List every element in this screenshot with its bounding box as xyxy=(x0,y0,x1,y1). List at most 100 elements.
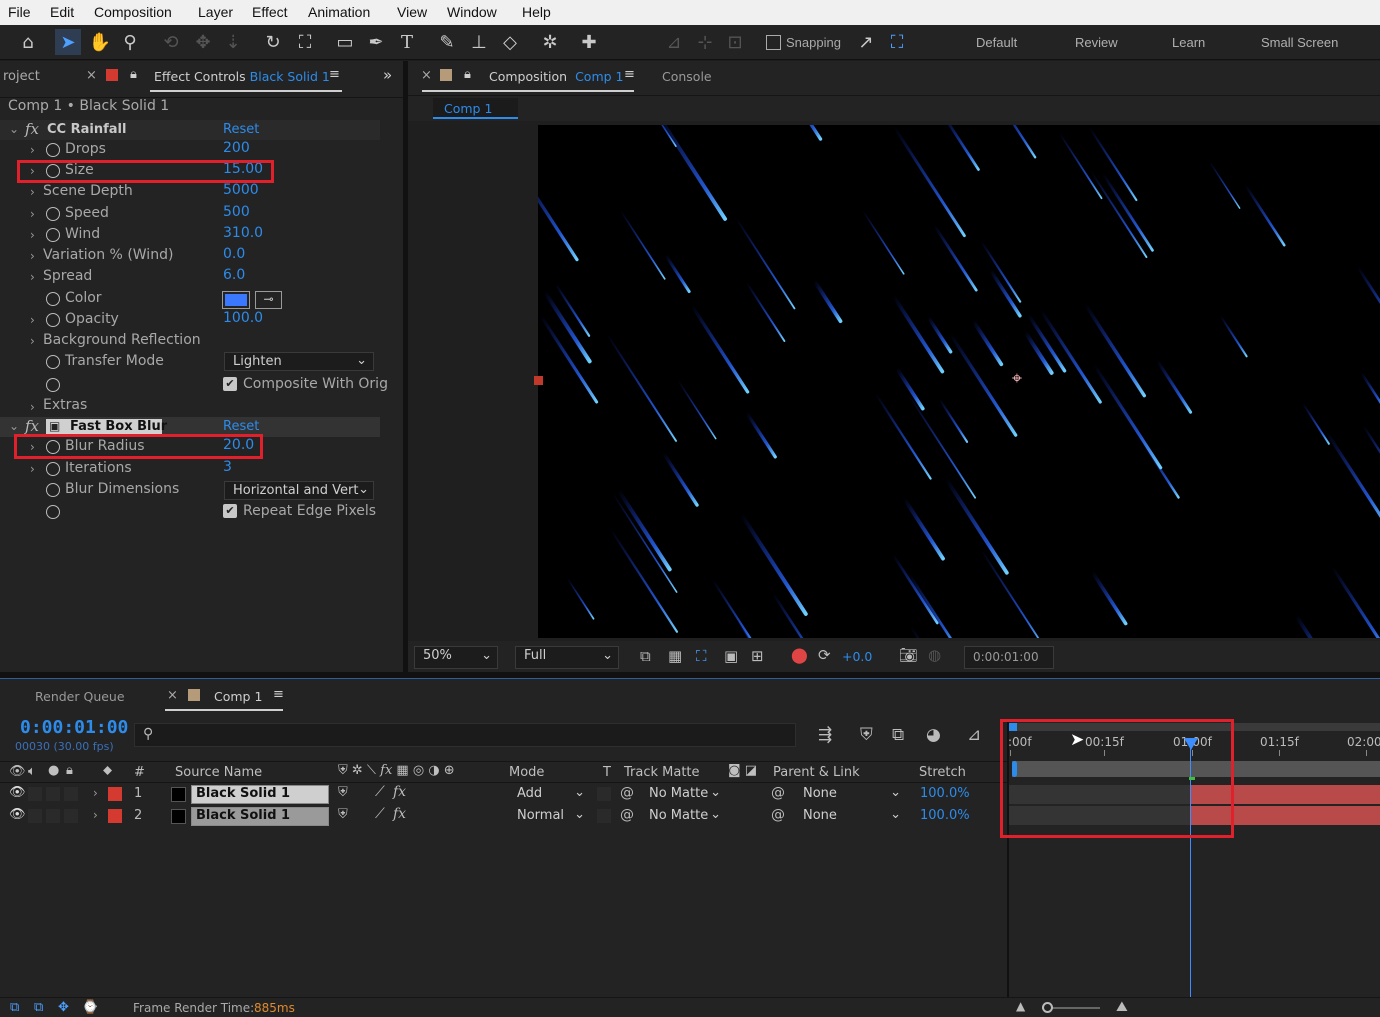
param-row[interactable]: › Speed 500 xyxy=(0,204,380,225)
graph-editor-icon[interactable]: ⊿ xyxy=(967,725,981,745)
render-time-icon[interactable]: ⌚ xyxy=(82,1000,98,1015)
solo-toggle[interactable] xyxy=(46,787,60,801)
mask-visibility-icon[interactable]: ⛶ xyxy=(696,647,707,665)
parent-dropdown[interactable]: None ⌄ xyxy=(795,785,905,804)
video-visibility-icon[interactable]: 👁︎ xyxy=(9,764,26,779)
menu-edit[interactable]: Edit xyxy=(50,4,74,20)
tab-effect-controls[interactable]: Effect Controls Black Solid 1 xyxy=(154,69,330,84)
param-value[interactable]: 3 xyxy=(223,459,232,475)
pick-whip-icon[interactable]: @ xyxy=(620,785,634,801)
param-value[interactable]: 100.0 xyxy=(223,310,263,326)
eye-icon[interactable]: 👁︎ xyxy=(9,807,26,822)
color-swatch[interactable] xyxy=(222,291,250,309)
param-row[interactable]: › Variation % (Wind) 0.0 xyxy=(0,246,380,267)
reset-button[interactable]: Reset xyxy=(223,122,259,137)
stopwatch-icon[interactable] xyxy=(46,143,60,157)
type-tool-icon[interactable]: T xyxy=(394,29,420,55)
shy-layers-icon[interactable]: ⛨ xyxy=(860,725,873,745)
selection-tool-icon[interactable]: ➤ xyxy=(55,29,81,55)
puppet-pin-icon[interactable]: ✚ xyxy=(576,29,602,55)
eraser-tool-icon[interactable]: ◇ xyxy=(497,29,523,55)
mode-dropdown[interactable]: Add ⌄ xyxy=(509,785,589,804)
preserve-transparency[interactable] xyxy=(597,787,611,801)
stopwatch-icon[interactable] xyxy=(46,483,60,497)
menu-view[interactable]: View xyxy=(397,4,427,20)
exposure-reset-icon[interactable]: ⟳ xyxy=(818,646,831,664)
repeat-edge-checkbox[interactable]: ✔ xyxy=(223,504,237,518)
chevron-right-icon[interactable]: › xyxy=(30,207,35,221)
view-axis-icon[interactable]: ⊡ xyxy=(722,29,748,55)
menu-composition[interactable]: Composition xyxy=(94,4,172,20)
track-matte-dropdown[interactable]: No Matte ⌄ xyxy=(641,785,723,804)
audio-icon[interactable]: 🔈︎ xyxy=(28,764,36,779)
label-color[interactable] xyxy=(108,787,122,801)
layer-name[interactable]: Black Solid 1 xyxy=(191,785,329,804)
solo-toggle[interactable] xyxy=(46,809,60,823)
rectangle-tool-icon[interactable]: ▭ xyxy=(332,29,358,55)
layer-switches-icon[interactable]: ⧉ xyxy=(10,1000,19,1015)
mode-dropdown[interactable]: Normal ⌄ xyxy=(509,807,589,826)
show-snapshot-icon[interactable]: ◍ xyxy=(928,646,941,664)
parent-dropdown[interactable]: None ⌄ xyxy=(795,807,905,826)
composite-checkbox[interactable]: ✔ xyxy=(223,377,237,391)
rain-viewer-canvas[interactable] xyxy=(538,125,1380,638)
grid-guides-icon[interactable]: ⊞ xyxy=(751,647,764,665)
panel-splitter[interactable] xyxy=(403,61,408,672)
lock-toggle[interactable] xyxy=(64,787,78,801)
label-tag-icon[interactable]: ⬥ xyxy=(103,763,112,778)
orbit-camera-icon[interactable]: ⟲ xyxy=(158,29,184,55)
col-source-name[interactable]: Source Name xyxy=(175,765,262,780)
rotation-tool-icon[interactable]: ↻ xyxy=(260,29,286,55)
menu-layer[interactable]: Layer xyxy=(198,4,233,20)
fx-switch-icon[interactable]: fx xyxy=(393,806,406,822)
param-row[interactable]: › Opacity 100.0 xyxy=(0,310,380,331)
transfer-controls-icon[interactable]: ⧉ xyxy=(34,1000,43,1015)
stopwatch-icon[interactable] xyxy=(46,462,60,476)
chevron-right-icon[interactable]: › xyxy=(30,313,35,327)
workspace-learn[interactable]: Learn xyxy=(1172,35,1205,50)
fx-icon[interactable]: fx xyxy=(25,120,39,138)
workspace-small-screen[interactable]: Small Screen xyxy=(1261,35,1338,50)
tab-comp-1[interactable]: Comp 1 xyxy=(214,689,262,704)
chevron-right-icon[interactable]: › xyxy=(30,334,35,348)
panel-menu-icon[interactable]: ≡ xyxy=(273,687,284,702)
fx-icon[interactable]: fx xyxy=(25,417,39,435)
panel-menu-icon[interactable]: ≡ xyxy=(329,67,340,82)
param-value[interactable]: 5000 xyxy=(223,182,259,198)
fx-switch-icon[interactable]: fx xyxy=(393,784,406,800)
transfer-mode-dropdown[interactable]: Lighten ⌄ xyxy=(224,352,374,371)
stretch-value[interactable]: 100.0% xyxy=(920,808,970,823)
menu-window[interactable]: Window xyxy=(447,4,497,20)
panel-overflow-icon[interactable]: » xyxy=(383,66,392,84)
label-color[interactable] xyxy=(108,809,122,823)
close-icon[interactable]: × xyxy=(167,688,178,703)
roto-brush-icon[interactable]: ✲ xyxy=(537,29,563,55)
menu-file[interactable]: File xyxy=(8,4,31,20)
param-row[interactable]: › Iterations 3 xyxy=(0,459,380,480)
stretch-value[interactable]: 100.0% xyxy=(920,786,970,801)
param-row[interactable]: › Drops 200 xyxy=(0,140,380,161)
exposure-value[interactable]: +0.0 xyxy=(842,649,872,664)
blur-dimensions-dropdown[interactable]: Horizontal and Vert ⌄ xyxy=(224,481,374,500)
param-value[interactable]: 200 xyxy=(223,140,250,156)
param-row[interactable]: Color xyxy=(0,289,380,310)
stopwatch-icon[interactable] xyxy=(46,313,60,327)
param-row[interactable]: › Spread 6.0 xyxy=(0,267,380,288)
param-value[interactable]: 500 xyxy=(223,204,250,220)
fx-header-cc-rainfall[interactable]: ⌄ fx CC Rainfall Reset xyxy=(0,120,380,140)
color-channels-icon[interactable]: ⬤ xyxy=(791,646,808,664)
zoom-tool-icon[interactable]: ⚲ xyxy=(117,29,143,55)
chevron-right-icon[interactable]: › xyxy=(93,808,98,822)
region-of-interest-icon[interactable]: ▣ xyxy=(724,647,738,665)
lock-icon[interactable]: 🔒︎ xyxy=(66,763,73,778)
current-time-display[interactable]: 0:00:01:00 xyxy=(964,646,1054,669)
snap-options-icon[interactable]: ⛶ xyxy=(884,29,910,55)
chevron-right-icon[interactable]: › xyxy=(30,249,35,263)
eyedropper-icon[interactable]: ⊸ xyxy=(255,291,282,309)
audio-toggle[interactable] xyxy=(28,787,42,801)
chevron-right-icon[interactable]: › xyxy=(93,786,98,800)
zoom-out-icon[interactable]: ▲ xyxy=(1016,999,1025,1013)
close-icon[interactable]: × xyxy=(86,68,97,83)
resolution-dropdown[interactable]: Full ⌄ xyxy=(515,646,619,669)
pan-camera-icon[interactable]: ✥ xyxy=(190,29,216,55)
